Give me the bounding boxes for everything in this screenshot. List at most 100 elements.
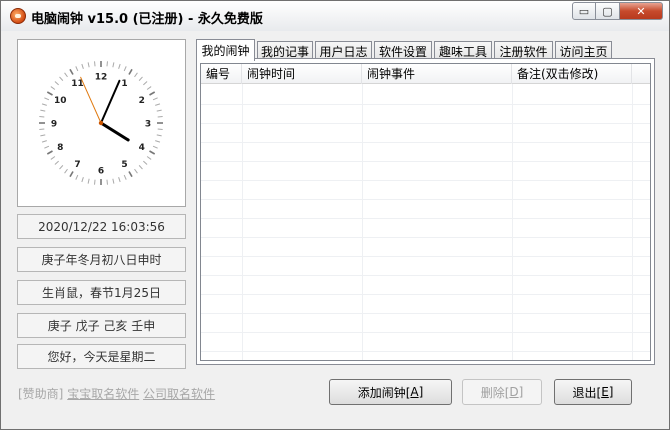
clock-tick bbox=[152, 145, 158, 149]
clock-tick bbox=[156, 134, 162, 137]
clock-tick bbox=[123, 66, 127, 72]
clock-tick bbox=[156, 109, 162, 112]
clock-tick bbox=[128, 68, 133, 75]
clock-tick bbox=[64, 168, 68, 174]
lunar-date-display: 庚子年冬月初八日申时 bbox=[17, 247, 186, 272]
clock-tick bbox=[87, 62, 90, 68]
maximize-icon: ▢ bbox=[602, 4, 613, 18]
clock-tick bbox=[75, 174, 79, 180]
tab-my-alarms[interactable]: 我的闹钟 bbox=[196, 39, 255, 61]
clock-tick bbox=[59, 165, 64, 170]
clock-tick bbox=[94, 61, 96, 67]
clock-minute-hand bbox=[100, 79, 121, 124]
clock-numeral: 8 bbox=[57, 143, 63, 153]
clock-tick bbox=[149, 91, 156, 96]
clock-tick bbox=[41, 140, 47, 143]
clock-tick bbox=[40, 134, 46, 137]
clock-numeral: 12 bbox=[95, 73, 108, 83]
sponsor-link-baby-naming[interactable]: 宝宝取名软件 bbox=[67, 387, 139, 401]
clock-tick bbox=[134, 72, 138, 78]
clock-tick bbox=[59, 76, 64, 81]
grid-row-line bbox=[201, 332, 650, 333]
clock-tick bbox=[81, 177, 84, 183]
grid-row-line bbox=[201, 142, 650, 143]
clock-second-hand bbox=[80, 76, 102, 124]
analog-clock: 121234567891011 bbox=[39, 61, 163, 185]
clock-tick bbox=[146, 86, 152, 90]
clock-tick bbox=[41, 103, 47, 106]
clock-tick bbox=[138, 76, 143, 81]
close-icon: ✕ bbox=[636, 4, 646, 18]
clock-tick bbox=[152, 97, 158, 101]
clock-tick bbox=[128, 171, 133, 178]
clock-numeral: 1 bbox=[121, 79, 127, 89]
column-header-note[interactable]: 备注(双击修改) bbox=[512, 64, 632, 84]
clock-numeral: 4 bbox=[139, 143, 145, 153]
close-button[interactable]: ✕ bbox=[620, 2, 663, 20]
clock-numeral: 9 bbox=[51, 120, 57, 130]
clock-tick bbox=[50, 156, 56, 160]
clock-tick bbox=[40, 109, 46, 112]
grid-row-line bbox=[201, 237, 650, 238]
alarm-clock-app-icon bbox=[10, 8, 26, 24]
minimize-button[interactable]: ▭ bbox=[572, 2, 596, 20]
clock-tick bbox=[118, 63, 121, 69]
exit-button[interactable]: 退出[E] bbox=[554, 379, 632, 405]
add-alarm-button[interactable]: 添加闹钟[A] bbox=[329, 379, 452, 405]
grid-row-line bbox=[201, 275, 650, 276]
clock-numeral: 3 bbox=[145, 120, 151, 130]
grid-column-line bbox=[242, 84, 243, 360]
alarm-list[interactable]: 编号 闹钟时间 闹钟事件 备注(双击修改) bbox=[200, 63, 651, 361]
grid-column-line bbox=[362, 84, 363, 360]
window-title: 电脑闹钟 v15.0 (已注册) - 永久免费版 bbox=[31, 12, 263, 27]
clock-tick bbox=[39, 128, 45, 130]
clock-tick bbox=[106, 61, 108, 67]
clock-tick bbox=[134, 168, 138, 174]
grid-row-line bbox=[201, 161, 650, 162]
clock-tick bbox=[94, 179, 96, 185]
clock-tick bbox=[54, 81, 59, 86]
clock-tick bbox=[146, 156, 152, 160]
clock-tick bbox=[46, 150, 53, 155]
grid-row-line bbox=[201, 294, 650, 295]
clock-tick bbox=[87, 178, 90, 184]
clock-tick bbox=[118, 177, 121, 183]
grid-row-line bbox=[201, 313, 650, 314]
alarm-list-header: 编号 闹钟时间 闹钟事件 备注(双击修改) bbox=[201, 64, 650, 84]
clock-hour-hand bbox=[99, 121, 130, 142]
clock-center-pin bbox=[98, 120, 104, 126]
grid-row-line bbox=[201, 180, 650, 181]
grid-row-line bbox=[201, 351, 650, 352]
datetime-display: 2020/12/22 16:03:56 bbox=[17, 214, 186, 239]
clock-tick bbox=[44, 97, 50, 101]
minimize-icon: ▭ bbox=[578, 4, 590, 18]
clock-tick bbox=[81, 63, 84, 69]
app-window: 电脑闹钟 v15.0 (已注册) - 永久免费版 ▭ ▢ ✕ 12 1 2 3 4 5 6 7… bbox=[0, 0, 670, 430]
column-header-alarm-event[interactable]: 闹钟事件 bbox=[362, 64, 512, 84]
clock-tick bbox=[69, 68, 74, 75]
clock-tick bbox=[69, 171, 74, 178]
clock-tick bbox=[44, 145, 50, 149]
clock-tick bbox=[155, 140, 161, 143]
clock-tick bbox=[50, 86, 56, 90]
clock-numeral: 10 bbox=[54, 96, 67, 106]
clock-tick bbox=[138, 165, 143, 170]
tab-panel-alarms: 编号 闹钟时间 闹钟事件 备注(双击修改) bbox=[196, 58, 655, 365]
clock-tick bbox=[112, 178, 115, 184]
column-header-alarm-time[interactable]: 闹钟时间 bbox=[242, 64, 362, 84]
grid-column-line bbox=[632, 84, 633, 360]
clock-tick bbox=[143, 160, 148, 165]
maximize-button[interactable]: ▢ bbox=[596, 2, 620, 20]
clock-numeral: 5 bbox=[121, 160, 127, 170]
column-header-id[interactable]: 编号 bbox=[201, 64, 242, 84]
clock-tick bbox=[54, 160, 59, 165]
clock-tick bbox=[155, 103, 161, 106]
clock-numeral: 2 bbox=[139, 96, 145, 106]
clock-numeral: 6 bbox=[98, 167, 104, 177]
clock-tick bbox=[106, 179, 108, 185]
clock-tick bbox=[149, 150, 156, 155]
sponsor-link-company-naming[interactable]: 公司取名软件 bbox=[143, 387, 215, 401]
title-bar[interactable]: 电脑闹钟 v15.0 (已注册) - 永久免费版 ▭ ▢ ✕ bbox=[1, 1, 669, 31]
delete-button[interactable]: 删除[D] bbox=[462, 379, 542, 405]
greeting-display: 您好，今天是星期二 bbox=[17, 344, 186, 369]
